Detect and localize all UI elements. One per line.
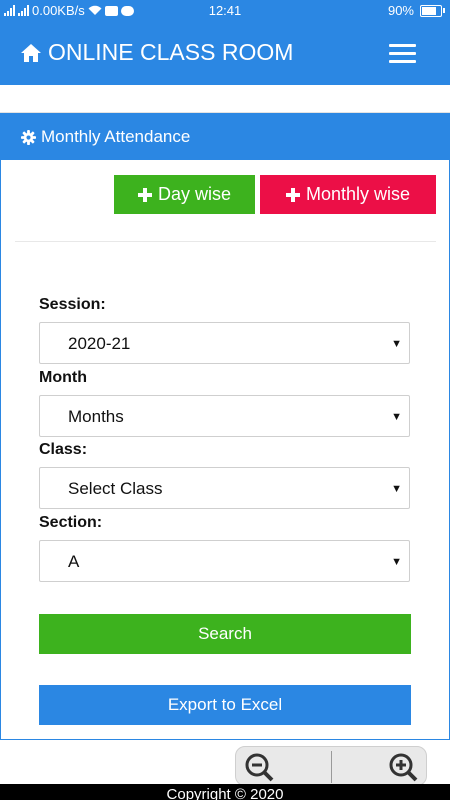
monthly-wise-button[interactable]: Monthly wise: [260, 175, 436, 214]
attendance-card: Monthly Attendance Day wise Monthly wise…: [0, 113, 450, 740]
battery-fill: [422, 6, 437, 15]
class-label: Class:: [39, 441, 88, 458]
day-wise-label: Day wise: [157, 184, 232, 204]
card-divider: [15, 241, 436, 242]
section-label: Section:: [39, 514, 103, 531]
footer: Copyright © 2020: [0, 784, 450, 800]
dropdown-arrow-icon: ▼: [391, 556, 402, 568]
dropdown-arrow-icon: ▼: [391, 411, 402, 423]
app-title: ONLINE CLASS ROOM: [48, 39, 294, 65]
copyright-text: Copyright © 2020: [166, 786, 284, 800]
dropdown-arrow-icon: ▼: [391, 338, 402, 350]
nav-brand[interactable]: ONLINE CLASS ROOM: [20, 39, 293, 66]
zoom-in-icon[interactable]: [386, 752, 422, 782]
zoom-out-icon[interactable]: [242, 752, 278, 782]
zoom-separator: [331, 751, 332, 783]
export-label: Export to Excel: [167, 695, 283, 714]
clock: 12:41: [208, 3, 242, 18]
month-select[interactable]: Months ▼: [39, 395, 410, 437]
plus-icon: [137, 187, 152, 202]
zoom-controls: [235, 746, 427, 786]
search-label: Search: [198, 624, 252, 643]
search-button[interactable]: Search: [39, 614, 411, 654]
navbar: ONLINE CLASS ROOM: [0, 22, 450, 85]
status-right: 90%: [387, 3, 445, 18]
status-bar: 0.00KB/s 12:41 90%: [0, 0, 450, 22]
month-label: Month: [39, 369, 87, 386]
export-excel-button[interactable]: Export to Excel: [39, 685, 411, 725]
section-select[interactable]: A ▼: [39, 540, 410, 582]
monthly-wise-label: Monthly wise: [305, 184, 411, 204]
month-value: Months: [68, 407, 124, 426]
hamburger-menu-icon[interactable]: [389, 44, 416, 63]
plus-icon: [285, 187, 300, 202]
gear-icon: [21, 129, 36, 145]
session-label: Session:: [39, 296, 106, 313]
battery-icon: [420, 4, 445, 17]
section-value: A: [68, 552, 80, 571]
class-value: Select Class: [68, 479, 163, 498]
card-title: Monthly Attendance: [41, 127, 191, 146]
day-wise-button[interactable]: Day wise: [114, 175, 255, 214]
session-value: 2020-21: [68, 334, 131, 353]
session-select[interactable]: 2020-21 ▼: [39, 322, 410, 364]
dropdown-arrow-icon: ▼: [391, 483, 402, 495]
home-icon: [21, 43, 41, 62]
battery-percent: 90%: [387, 3, 414, 18]
card-header: Monthly Attendance: [1, 113, 449, 160]
class-select[interactable]: Select Class ▼: [39, 467, 410, 509]
